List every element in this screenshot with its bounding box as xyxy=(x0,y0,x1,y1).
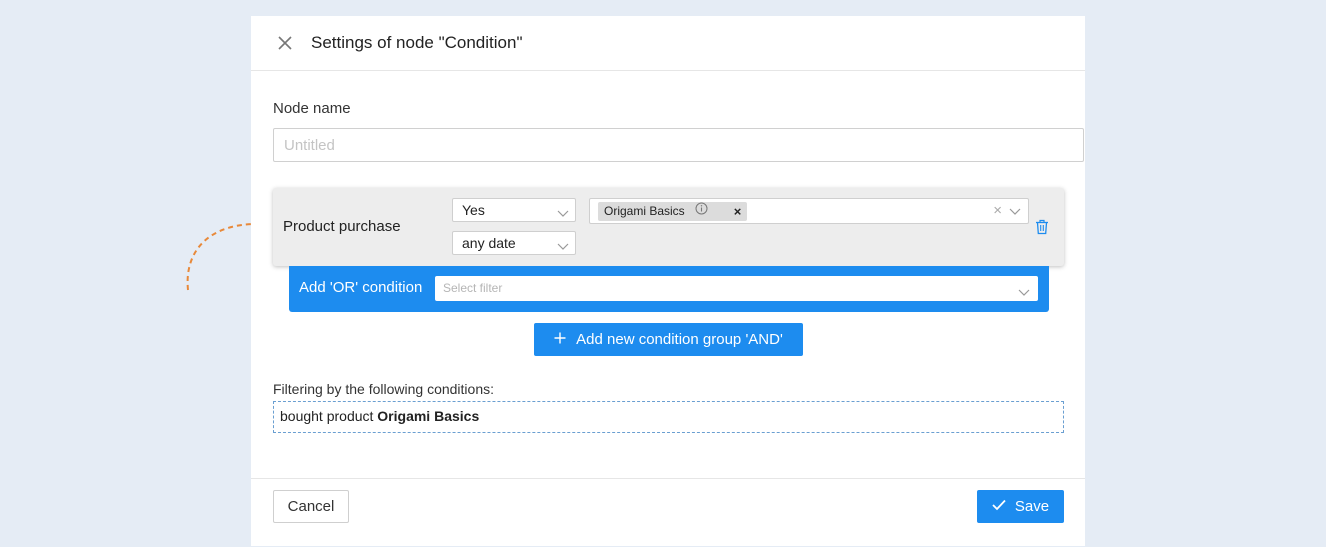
product-multiselect[interactable]: Origami Basics × × xyxy=(589,198,1029,224)
check-icon xyxy=(992,498,1006,515)
purchase-status-value: Yes xyxy=(462,202,485,218)
or-filter-select[interactable]: Select filter xyxy=(435,276,1038,301)
node-name-input[interactable] xyxy=(273,128,1084,162)
save-button-label: Save xyxy=(1014,498,1050,515)
remove-tag-icon[interactable]: × xyxy=(734,202,742,221)
chevron-down-icon xyxy=(557,236,569,258)
date-range-value: any date xyxy=(462,235,516,251)
dialog-footer: Cancel Save xyxy=(251,478,1085,547)
product-tag: Origami Basics × xyxy=(598,202,748,221)
trash-icon[interactable] xyxy=(1035,219,1049,240)
chevron-down-icon xyxy=(1018,282,1030,307)
add-and-group-label: Add new condition group 'AND' xyxy=(576,331,783,348)
filtering-summary: bought product Origami Basics xyxy=(273,401,1064,433)
save-button[interactable]: Save xyxy=(977,490,1064,523)
chevron-down-icon[interactable] xyxy=(1009,204,1021,222)
filtering-prefix: bought product xyxy=(280,408,374,424)
or-filter-placeholder: Select filter xyxy=(443,281,503,295)
product-tag-label: Origami Basics xyxy=(604,204,685,218)
node-name-label: Node name xyxy=(273,100,351,117)
add-and-group-button[interactable]: Add new condition group 'AND' xyxy=(534,323,803,356)
close-icon[interactable] xyxy=(277,35,293,51)
condition-card: Product purchase Yes any date Origami Ba… xyxy=(273,188,1064,266)
chevron-down-icon xyxy=(557,203,569,225)
or-condition-label: Add 'OR' condition xyxy=(299,279,423,296)
dialog-header: Settings of node "Condition" xyxy=(251,16,1085,71)
filtering-product: Origami Basics xyxy=(377,408,480,424)
dialog-title: Settings of node "Condition" xyxy=(311,33,523,52)
clear-selection-icon[interactable]: × xyxy=(993,202,1002,219)
node-settings-dialog: Settings of node "Condition" Node name P… xyxy=(251,16,1085,546)
or-condition-bar: Add 'OR' condition Select filter xyxy=(289,266,1049,312)
condition-type-label: Product purchase xyxy=(283,218,401,235)
info-icon[interactable] xyxy=(695,202,708,221)
plus-icon xyxy=(554,331,566,348)
date-range-select[interactable]: any date xyxy=(452,231,576,255)
filtering-label: Filtering by the following conditions: xyxy=(273,381,495,397)
cancel-button[interactable]: Cancel xyxy=(273,490,349,523)
purchase-status-select[interactable]: Yes xyxy=(452,198,576,222)
